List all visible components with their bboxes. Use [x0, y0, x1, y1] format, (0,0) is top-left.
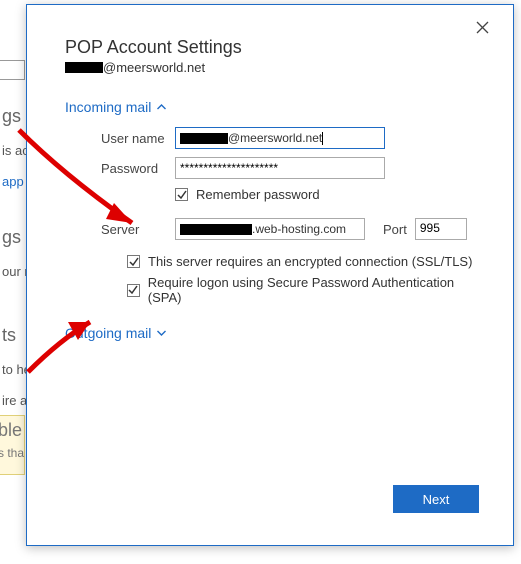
chevron-up-icon	[157, 102, 166, 113]
spa-checkbox[interactable]: Require logon using Secure Password Auth…	[127, 275, 483, 305]
ssl-checkbox[interactable]: This server requires an encrypted connec…	[127, 254, 483, 269]
check-icon	[175, 188, 188, 201]
section-label: Incoming mail	[65, 99, 151, 115]
outgoing-mail-toggle[interactable]: Outgoing mail	[65, 325, 166, 341]
password-field[interactable]	[175, 157, 385, 179]
username-label: User name	[101, 131, 175, 146]
close-icon	[476, 21, 489, 34]
background-fragments: gs is ac app t gs our m ts to he ire ac …	[0, 0, 26, 564]
server-label: Server	[101, 222, 175, 237]
close-button[interactable]	[468, 15, 497, 43]
account-email: @meersworld.net	[65, 60, 483, 75]
port-label: Port	[383, 222, 407, 237]
server-field[interactable]: .web-hosting.com	[175, 218, 365, 240]
chevron-down-icon	[157, 328, 166, 339]
username-field[interactable]: @meersworld.net	[175, 127, 385, 149]
section-label: Outgoing mail	[65, 325, 151, 341]
incoming-mail-toggle[interactable]: Incoming mail	[65, 99, 166, 115]
next-button[interactable]: Next	[393, 485, 479, 513]
pop-settings-dialog: POP Account Settings @meersworld.net Inc…	[26, 4, 514, 546]
remember-password-checkbox[interactable]: Remember password	[175, 187, 483, 202]
dialog-title: POP Account Settings	[65, 37, 483, 58]
password-label: Password	[101, 161, 175, 176]
check-icon	[127, 255, 140, 268]
checkbox-label: Require logon using Secure Password Auth…	[148, 275, 483, 305]
checkbox-label: This server requires an encrypted connec…	[148, 254, 472, 269]
checkbox-label: Remember password	[196, 187, 320, 202]
check-icon	[127, 284, 140, 297]
port-field[interactable]	[415, 218, 467, 240]
